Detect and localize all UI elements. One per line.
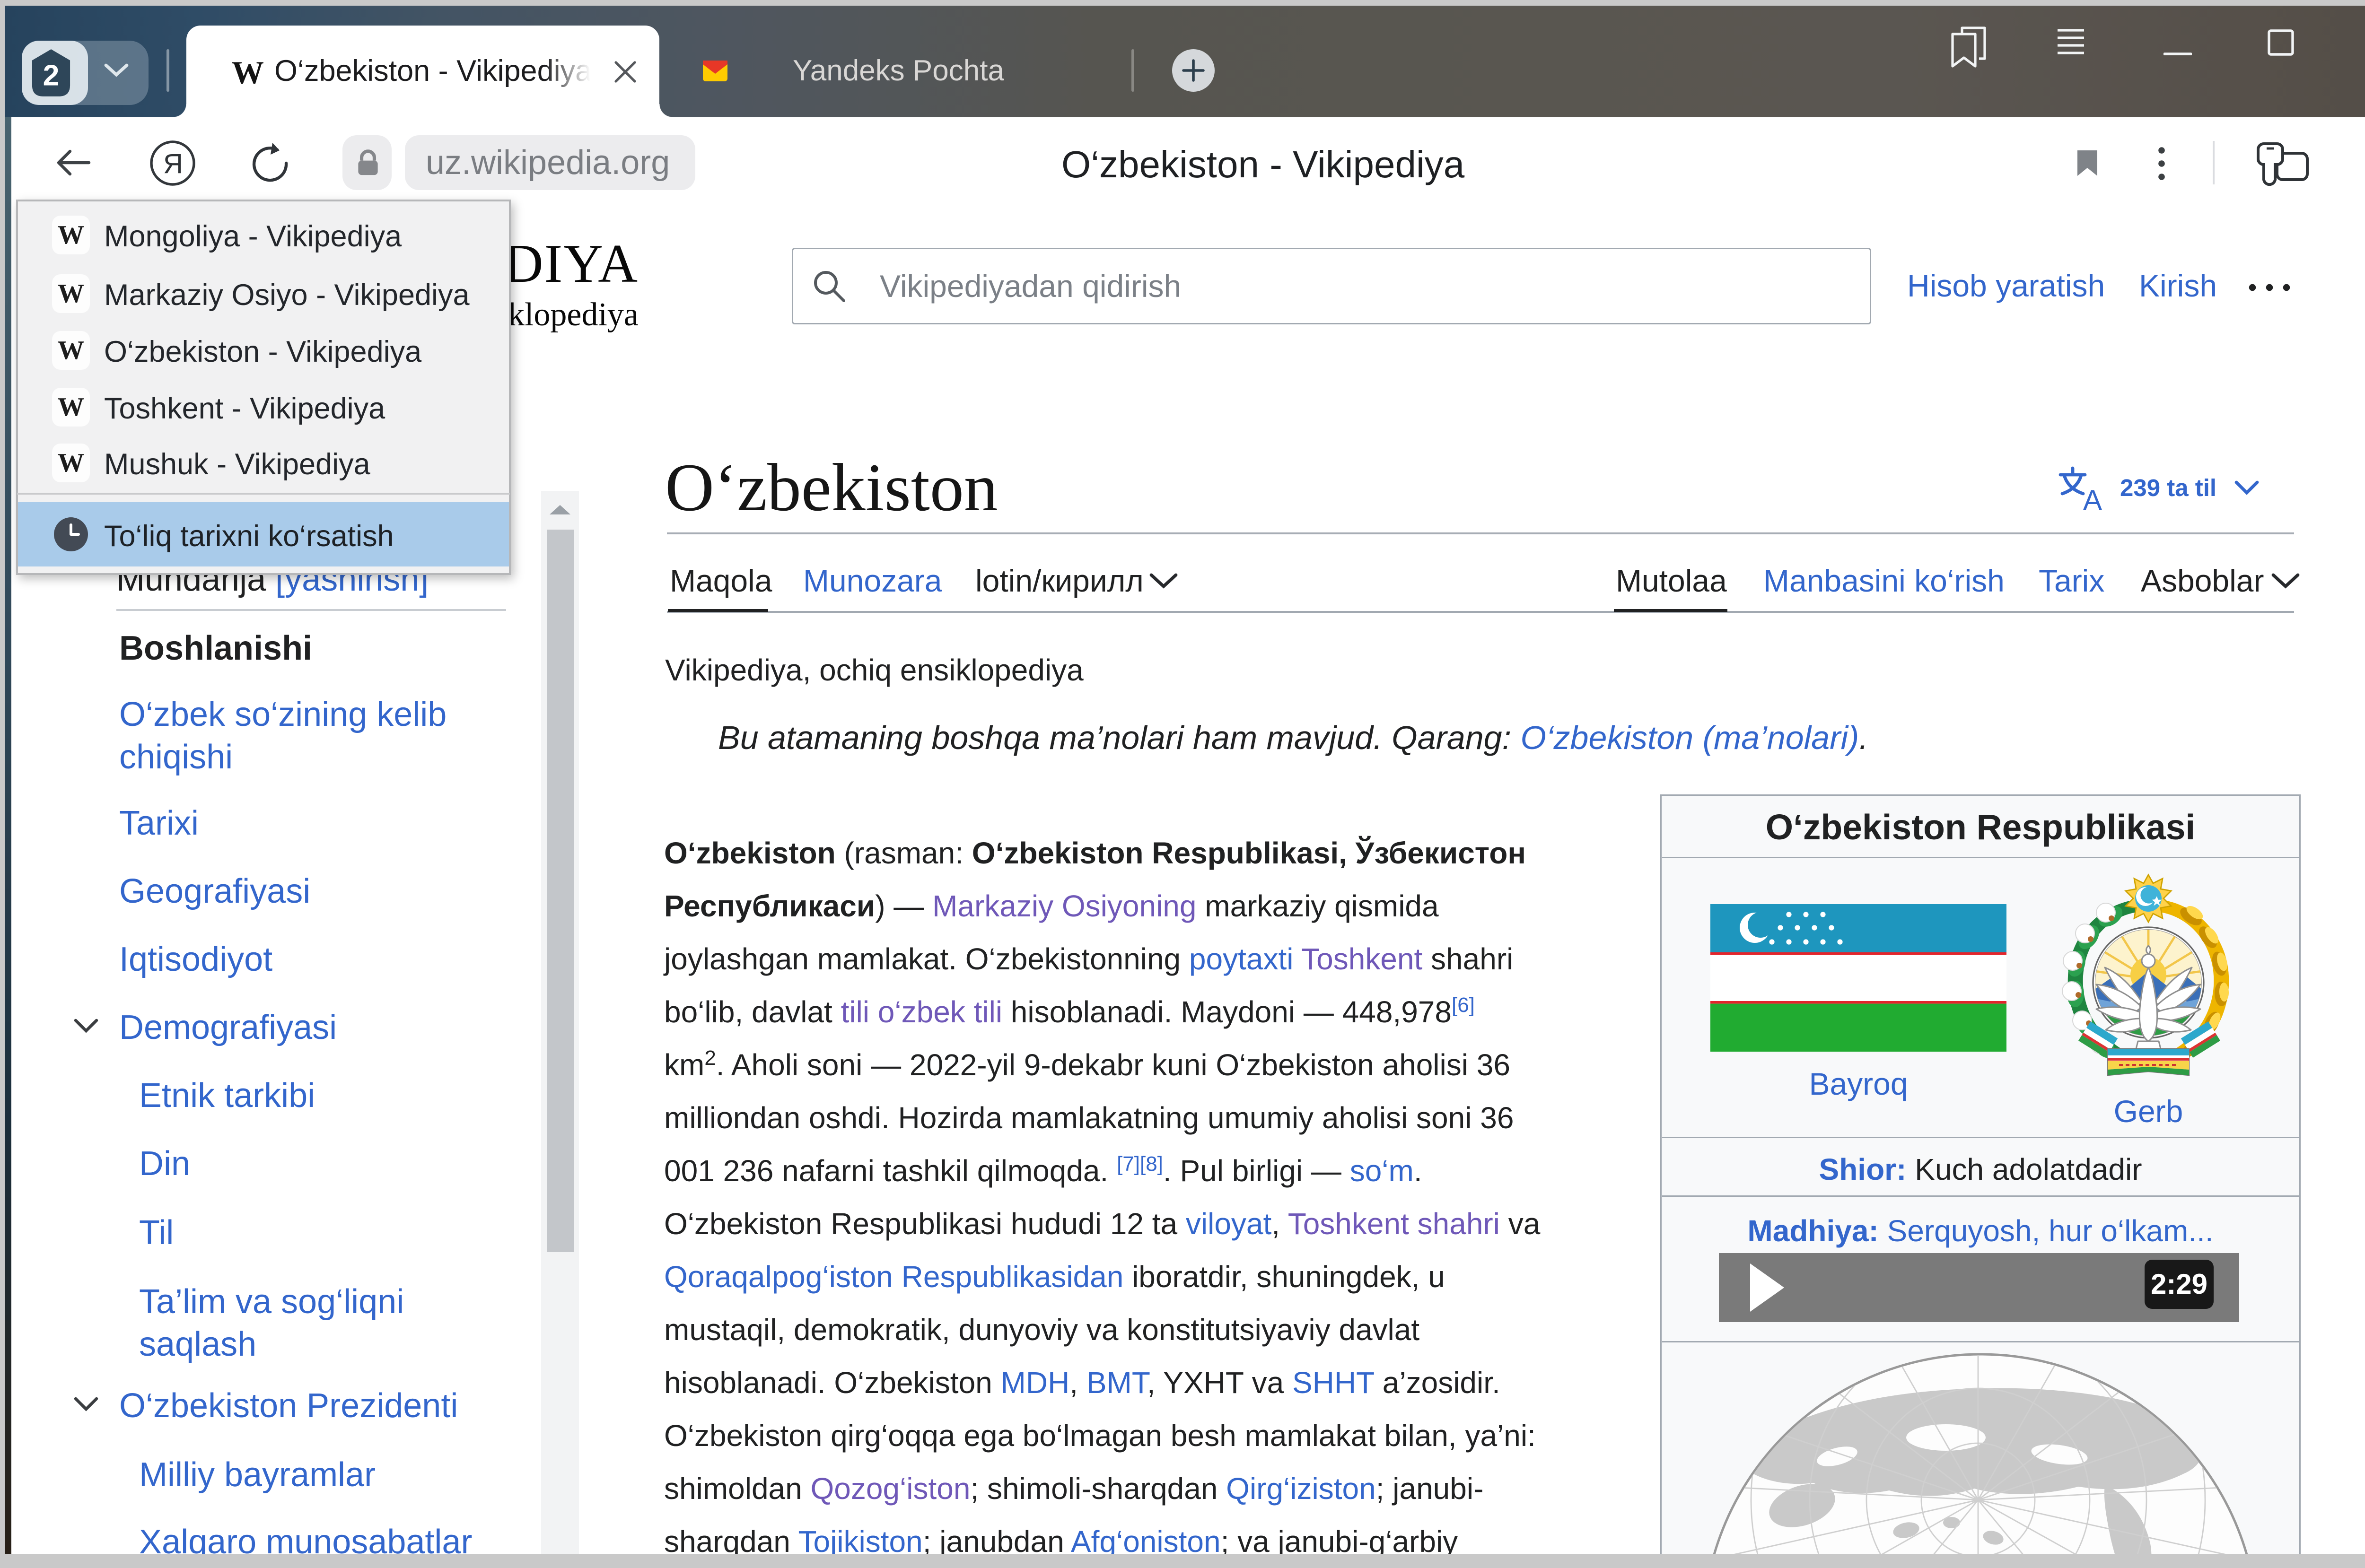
svg-text:2: 2 [43,59,60,92]
svg-text:Я: Я [163,148,183,179]
svg-text:A: A [2083,484,2102,513]
